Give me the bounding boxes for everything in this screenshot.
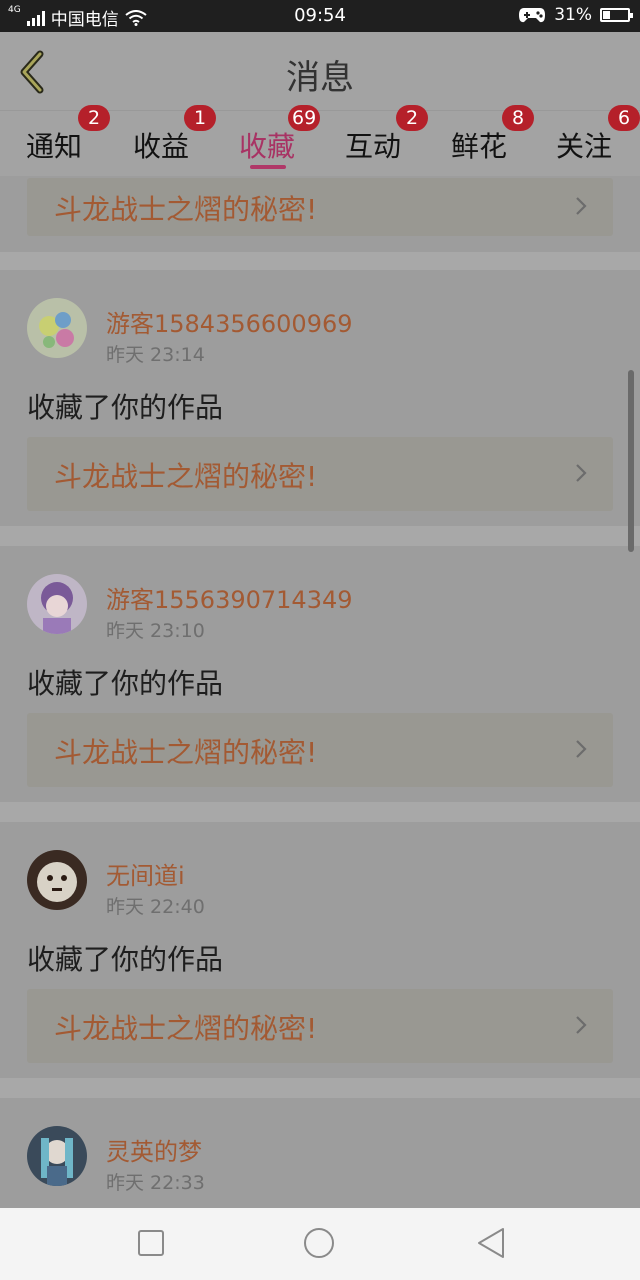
work-link[interactable]: 斗龙战士之熠的秘密! <box>27 713 613 787</box>
tab-badge: 69 <box>288 105 321 131</box>
chevron-right-icon <box>576 1016 587 1034</box>
user-avatar[interactable] <box>27 574 87 634</box>
gamepad-icon <box>519 8 546 23</box>
tab-notifications[interactable]: 通知 <box>26 125 82 165</box>
list-item: 斗龙战士之熠的秘密! <box>0 176 640 252</box>
list-item: 无间道i 昨天 22:40 收藏了你的作品 斗龙战士之熠的秘密! <box>0 822 640 1078</box>
work-title: 斗龙战士之熠的秘密! <box>54 1012 318 1045</box>
list-item: 游客1584356600969 昨天 23:14 收藏了你的作品 斗龙战士之熠的… <box>0 270 640 526</box>
username[interactable]: 灵英的梦 <box>106 1132 202 1167</box>
work-title: 斗龙战士之熠的秘密! <box>54 460 318 493</box>
tab-badge: 8 <box>502 105 534 131</box>
tab-favorites[interactable]: 收藏 <box>239 125 295 165</box>
work-link[interactable]: 斗龙战士之熠的秘密! <box>27 989 613 1063</box>
user-avatar[interactable] <box>27 850 87 910</box>
action-text: 收藏了你的作品 <box>27 391 224 424</box>
chevron-right-icon <box>576 464 587 482</box>
chevron-right-icon <box>576 197 587 215</box>
timestamp: 昨天 22:33 <box>106 1172 205 1194</box>
work-link[interactable]: 斗龙战士之熠的秘密! <box>27 437 613 511</box>
tab-badge: 6 <box>608 105 640 131</box>
status-bar: 4G 中国电信 09:54 31% <box>0 0 640 32</box>
list-item: 游客1556390714349 昨天 23:10 收藏了你的作品 斗龙战士之熠的… <box>0 546 640 802</box>
user-avatar[interactable] <box>27 298 87 358</box>
action-text: 收藏了你的作品 <box>27 943 224 976</box>
tab-badge: 2 <box>396 105 428 131</box>
tab-badge: 1 <box>184 105 216 131</box>
work-title: 斗龙战士之熠的秘密! <box>54 193 318 226</box>
page-title: 消息 <box>286 58 354 98</box>
tab-flowers[interactable]: 鲜花 <box>451 125 507 165</box>
tab-interaction[interactable]: 互动 <box>345 125 401 165</box>
home-icon[interactable] <box>302 1226 336 1260</box>
user-avatar[interactable] <box>27 1126 87 1186</box>
username[interactable]: 游客1584356600969 <box>106 304 353 339</box>
work-title: 斗龙战士之熠的秘密! <box>54 736 318 769</box>
favorites-list[interactable]: 斗龙战士之熠的秘密! 游客1584356600969 昨天 23:14 收藏了你… <box>0 176 640 1208</box>
tab-earnings[interactable]: 收益 <box>133 125 189 165</box>
timestamp: 昨天 23:14 <box>106 344 205 366</box>
action-text: 收藏了你的作品 <box>27 667 224 700</box>
tab-badge: 2 <box>78 105 110 131</box>
tab-follows[interactable]: 关注 <box>556 125 612 165</box>
scrollbar[interactable] <box>628 370 634 552</box>
work-link[interactable]: 斗龙战士之熠的秘密! <box>27 178 613 236</box>
username[interactable]: 游客1556390714349 <box>106 580 353 615</box>
tab-bar: 通知 2 收益 1 收藏 69 互动 2 鲜花 8 关注 6 <box>0 105 640 177</box>
app-header: 消息 <box>0 32 640 110</box>
battery-icon <box>600 8 633 22</box>
timestamp: 昨天 22:40 <box>106 896 205 918</box>
battery-percent: 31% <box>554 5 592 25</box>
list-item: 灵英的梦 昨天 22:33 <box>0 1098 640 1208</box>
back-icon[interactable] <box>474 1226 508 1260</box>
chevron-right-icon <box>576 740 587 758</box>
timestamp: 昨天 23:10 <box>106 620 205 642</box>
system-nav-bar <box>0 1208 640 1280</box>
username[interactable]: 无间道i <box>106 856 185 891</box>
recent-apps-icon[interactable] <box>134 1226 168 1260</box>
active-tab-indicator <box>250 165 286 169</box>
